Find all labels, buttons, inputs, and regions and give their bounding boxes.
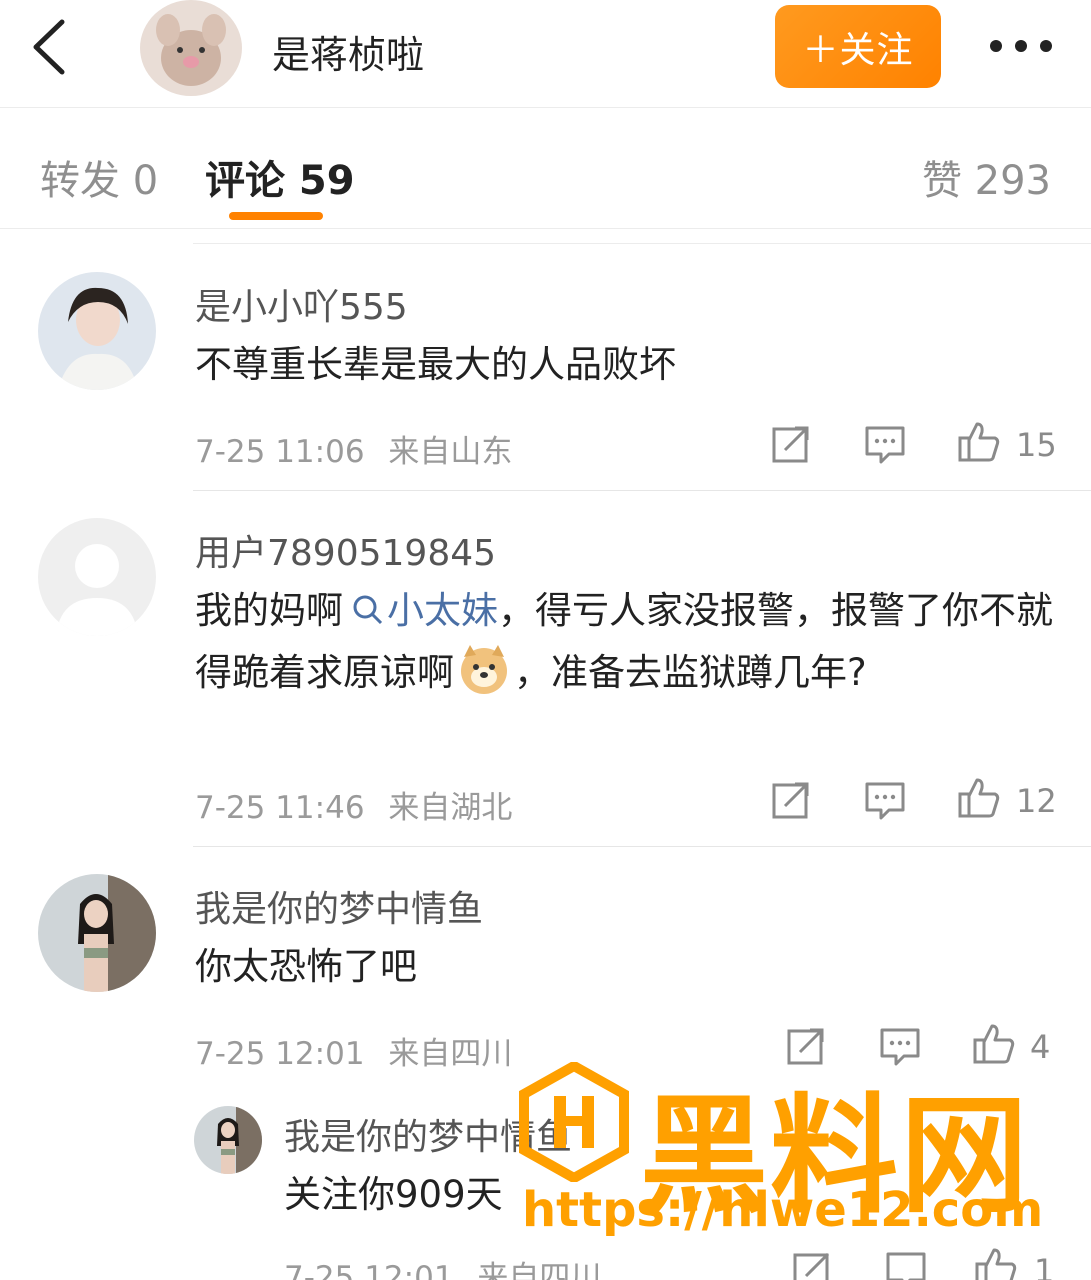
divider [193, 490, 1091, 491]
comment-text-part: ，准备去监狱蹲几年? [514, 651, 867, 694]
topic-label[interactable]: 小太妹 [387, 589, 498, 632]
comment-text: 你太恐怖了吧 [195, 945, 417, 988]
avatar[interactable] [194, 1106, 262, 1174]
thumbs-up-icon[interactable] [957, 420, 1001, 464]
comment-username[interactable]: 是小小吖555 [195, 278, 408, 330]
like-count: 12 [1016, 782, 1057, 820]
more-options-icon[interactable] [988, 28, 1054, 64]
comment-location: 来自湖北 [388, 790, 513, 826]
comment-text-part: 我的妈啊 [195, 589, 343, 632]
avatar[interactable] [38, 874, 156, 992]
search-icon [353, 595, 383, 625]
tab-repost[interactable]: 转发 0 [40, 148, 158, 206]
like-count: 4 [1030, 1028, 1051, 1066]
comment-time: 7-25 11:06 [195, 434, 365, 470]
comment-meta: 7-25 12:01 来自四川 [195, 1028, 512, 1073]
reply-icon[interactable] [863, 778, 907, 822]
comment-meta: 7-25 11:06 来自山东 [195, 426, 512, 471]
reply-time: 7-25 12:01 [284, 1260, 454, 1280]
watermark-url: https://hlwe12.com [522, 1182, 1044, 1238]
profile-avatar[interactable] [140, 0, 242, 96]
active-tab-indicator [229, 212, 323, 220]
comment-meta: 7-25 11:46 来自湖北 [195, 782, 512, 827]
back-arrow-icon[interactable] [28, 14, 78, 80]
like-count: 1 [1034, 1252, 1055, 1280]
comment-username[interactable]: 用户7890519845 [195, 524, 496, 576]
comment-text: 不尊重长辈是最大的人品败坏 [195, 343, 676, 386]
doge-emoji-icon [461, 645, 507, 694]
comment-location: 来自四川 [388, 1036, 513, 1072]
profile-username[interactable]: 是蒋桢啦 [272, 24, 424, 79]
comment-text: 我的妈啊 小太妹，得亏人家没报警，报警了你不就得跪着求原谅啊 ，准备去监狱蹲几年? [195, 580, 1055, 704]
reply-location: 来自四川 [477, 1260, 602, 1280]
watermark-logo [519, 1062, 629, 1182]
tab-comment[interactable]: 评论 59 [205, 148, 355, 206]
topic-link[interactable]: 小太妹 [343, 589, 498, 632]
share-icon[interactable] [769, 778, 813, 822]
thumbs-up-icon[interactable] [957, 776, 1001, 820]
share-icon[interactable] [790, 1248, 834, 1280]
top-bar: 是蒋桢啦 ＋关注 [0, 0, 1091, 108]
tab-bar: 转发 0 评论 59 赞 293 [0, 108, 1091, 229]
divider [193, 846, 1091, 847]
follow-button[interactable]: ＋关注 [775, 5, 941, 88]
tab-like[interactable]: 赞 293 [922, 148, 1051, 206]
reply-icon[interactable] [863, 422, 907, 466]
comment-time: 7-25 12:01 [195, 1036, 365, 1072]
share-icon[interactable] [769, 422, 813, 466]
avatar[interactable] [38, 272, 156, 390]
reply-meta: 7-25 12:01 来自四川 [284, 1252, 601, 1280]
comment-location: 来自山东 [388, 434, 513, 470]
comment-username[interactable]: 我是你的梦中情鱼 [195, 880, 483, 932]
divider [193, 243, 1091, 244]
reply-icon[interactable] [884, 1248, 928, 1280]
thumbs-up-icon[interactable] [974, 1246, 1018, 1280]
comment-time: 7-25 11:46 [195, 790, 365, 826]
like-count: 15 [1016, 426, 1057, 464]
avatar[interactable] [38, 518, 156, 636]
